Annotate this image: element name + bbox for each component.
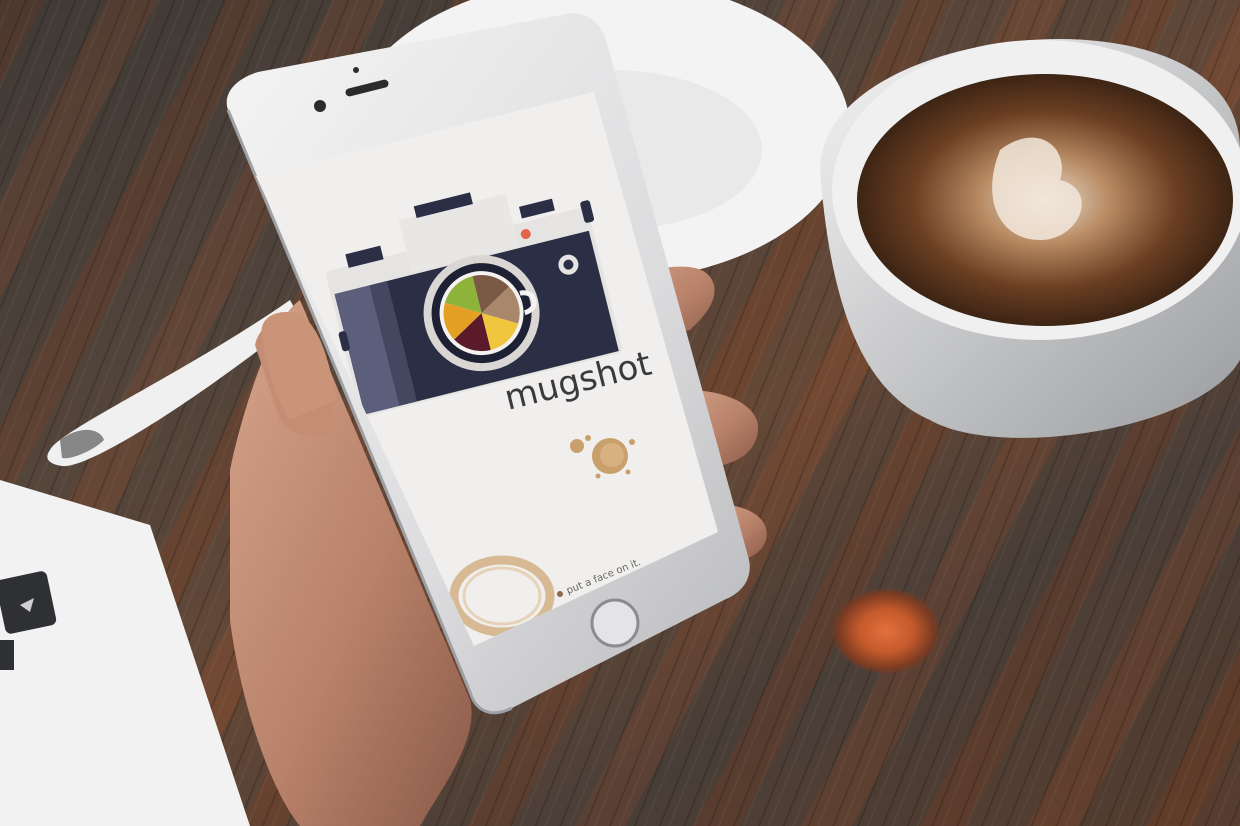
laptop-key (0, 640, 14, 670)
bullet-icon (557, 591, 563, 597)
front-camera (314, 100, 326, 112)
scene: mugshot put a face on it. (0, 0, 1240, 826)
home-button[interactable] (590, 598, 640, 648)
scene-illustration: mugshot put a face on it. (0, 0, 1240, 826)
laptop (0, 480, 250, 826)
wood-knot (832, 588, 940, 674)
sensor (353, 67, 359, 73)
coffee-cup (820, 38, 1240, 438)
